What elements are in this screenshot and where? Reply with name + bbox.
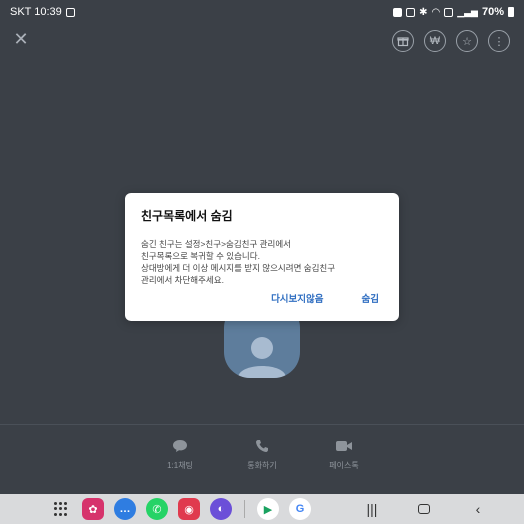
- call-action[interactable]: 통화하기: [222, 438, 302, 478]
- internet-app-icon[interactable]: ◐: [210, 498, 232, 520]
- gallery-notification-icon: [65, 7, 75, 17]
- wifi-icon: ◠: [431, 6, 441, 18]
- dont-show-again-button[interactable]: 다시보지않음: [271, 291, 323, 305]
- battery-icon: [508, 7, 514, 17]
- video-label: 페이스톡: [329, 461, 359, 470]
- video-icon: [335, 438, 353, 454]
- won-icon[interactable]: ₩: [424, 30, 446, 52]
- whatsapp-app-icon[interactable]: ✆: [146, 498, 168, 520]
- navigation-bar: ✿ … ✆ ◉ ◐ ▶ G ||| ‹: [0, 494, 524, 524]
- profile-actions: 1:1채팅 통화하기 페이스톡: [140, 438, 384, 478]
- dialog-line: 숨긴 친구는 설정>친구>숨김친구 관리에서: [141, 239, 291, 249]
- chat-action[interactable]: 1:1채팅: [140, 438, 220, 478]
- google-app-icon[interactable]: G: [289, 498, 311, 520]
- dialog-line: 친구목록으로 복귀할 수 있습니다.: [141, 251, 260, 261]
- phone-icon: [255, 438, 269, 454]
- bluetooth-icon: ✱: [419, 6, 428, 18]
- carrier-time: SKT 10:39: [10, 6, 62, 18]
- signal-icon: ▁▃▅: [457, 6, 478, 17]
- dialog-title: 친구목록에서 숨김: [141, 209, 233, 223]
- top-actions: ₩ ☆ ⋮: [392, 30, 510, 52]
- call-label: 통화하기: [247, 461, 277, 470]
- dialog-buttons: 다시보지않음 숨김: [271, 291, 379, 305]
- messages-app-icon[interactable]: …: [114, 498, 136, 520]
- back-icon[interactable]: ‹: [468, 494, 488, 524]
- chat-label: 1:1채팅: [167, 461, 193, 470]
- app-drawer-icon[interactable]: [50, 498, 72, 520]
- hide-friend-dialog: 친구목록에서 숨김 숨긴 친구는 설정>친구>숨김친구 관리에서 친구목록으로 …: [125, 193, 399, 321]
- status-right: ✱ ◠ ▁▃▅ 70%: [393, 6, 514, 18]
- alarm-icon: [406, 7, 416, 17]
- profile-top-bar: ✕ ₩ ☆ ⋮: [0, 26, 524, 56]
- dialog-line: 관리에서 차단해주세요.: [141, 275, 224, 285]
- flower-app-icon[interactable]: ✿: [82, 498, 104, 520]
- camera-app-icon[interactable]: ◉: [178, 498, 200, 520]
- star-icon[interactable]: ☆: [456, 30, 478, 52]
- gift-icon[interactable]: [392, 30, 414, 52]
- chat-icon: [172, 438, 188, 454]
- dialog-line: 상대방에게 더 이상 메시지를 받지 않으시려면 숨김친구: [141, 263, 336, 273]
- close-icon[interactable]: ✕: [12, 30, 30, 48]
- play-store-app-icon[interactable]: ▶: [257, 498, 279, 520]
- dock-separator: [244, 500, 245, 518]
- recents-icon[interactable]: |||: [362, 494, 382, 524]
- more-icon[interactable]: ⋮: [488, 30, 510, 52]
- battery-level: 70%: [481, 6, 504, 18]
- status-bar: SKT 10:39 ✱ ◠ ▁▃▅ 70%: [0, 0, 524, 24]
- home-icon[interactable]: [414, 494, 434, 524]
- status-left: SKT 10:39: [10, 6, 75, 18]
- dialog-message: 숨긴 친구는 설정>친구>숨김친구 관리에서 친구목록으로 복귀할 수 있습니다…: [141, 238, 383, 286]
- divider: [0, 424, 524, 425]
- video-action[interactable]: 페이스톡: [304, 438, 384, 478]
- hide-button[interactable]: 숨김: [362, 291, 379, 305]
- lte-icon: [444, 7, 454, 17]
- sim-icon: [393, 7, 403, 17]
